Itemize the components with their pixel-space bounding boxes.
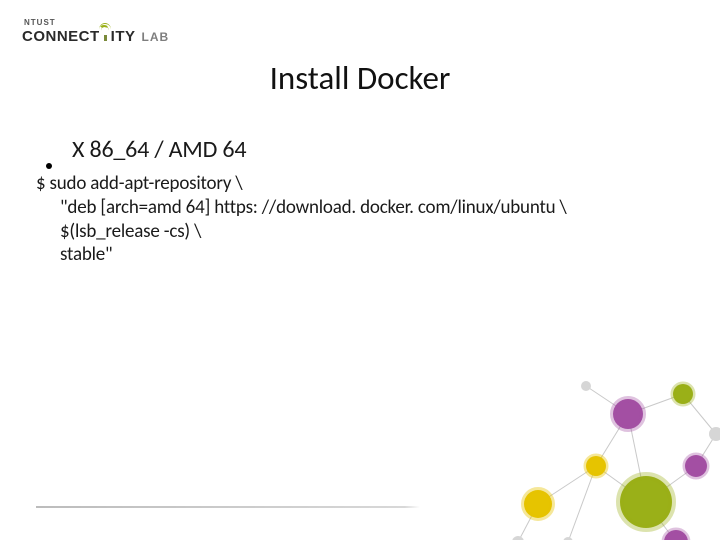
logo-connect-left: CONNECT [22,28,100,45]
footer-rule [36,506,420,508]
wifi-icon [100,28,111,41]
bullet-row: X 86_64 / AMD 64 [36,135,680,164]
logo-connect: CONNECT ITY [22,28,136,45]
logo: NTUST CONNECT ITY LAB [22,18,169,45]
code-line-2: "deb [arch=amd 64] https: //download. do… [60,196,680,220]
logo-ntust: NTUST [24,18,56,27]
bullet-icon [46,163,52,169]
code-line-1: $ sudo add-apt-repository \ [36,172,680,196]
network-art-icon [478,344,720,540]
slide-title: Install Docker [0,58,720,98]
code-line-4: stable" [60,243,680,267]
code-block: $ sudo add-apt-repository \ "deb [arch=a… [36,172,680,267]
logo-connect-right: ITY [111,28,136,45]
bullet-text: X 86_64 / AMD 64 [72,135,246,164]
code-line-3: $(lsb_release -cs) \ [60,220,680,244]
content-area: X 86_64 / AMD 64 $ sudo add-apt-reposito… [36,135,680,267]
logo-brand: CONNECT ITY LAB [22,28,169,45]
logo-lab: LAB [142,30,170,44]
slide: NTUST CONNECT ITY LAB Install Docker X 8… [0,0,720,540]
